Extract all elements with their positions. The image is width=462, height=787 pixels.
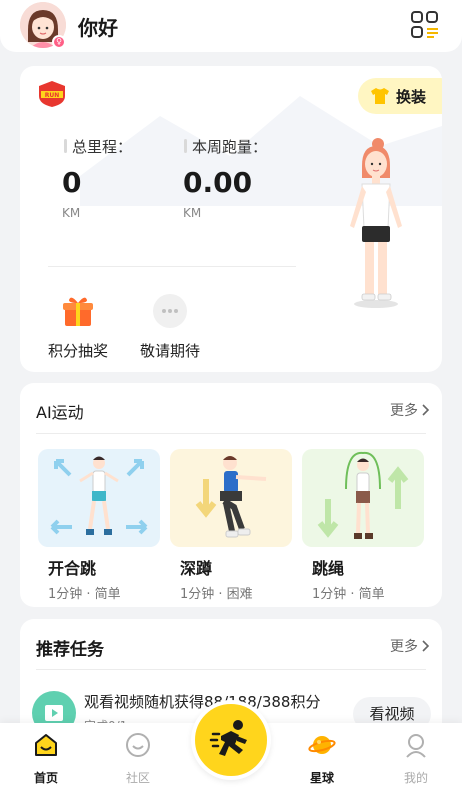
nav-community[interactable]: 社区 [108,731,168,786]
nav-planet-label: 星球 [309,771,334,785]
exercise-name: 深蹲 [180,559,213,578]
points-lottery-button[interactable]: 积分抽奖 [48,294,108,361]
gift-icon [63,297,93,326]
runner-character-avatar[interactable] [338,136,414,308]
exercise-jumping-jacks[interactable]: 开合跳 1分钟 · 简单 [38,449,160,602]
recommended-tasks-title: 推荐任务 [36,640,104,660]
jump-rope-image [302,449,424,547]
tshirt-icon [371,88,389,104]
nav-profile-label: 我的 [403,771,428,785]
nav-home-label: 首页 [33,771,58,785]
coming-soon-button[interactable]: 敬请期待 [140,294,200,361]
tasks-divider [36,669,426,670]
exercise-meta: 1分钟 · 简单 [48,587,121,602]
weekly-distance-value: 0.00 [183,166,253,199]
tasks-more-link[interactable]: 更多 [390,636,430,656]
jumping-jacks-image [38,449,160,547]
ai-sports-card: AI运动 更多 开合跳 1分钟 · 简单 深蹲 1分钟 · 困难 跳绳 1分钟 … [20,383,442,607]
run-badge-icon: RUN [39,81,65,107]
ai-sports-title: AI运动 [36,403,84,422]
running-man-icon [209,720,247,756]
exercise-meta: 1分钟 · 困难 [180,587,253,602]
exercise-meta: 1分钟 · 简单 [312,587,385,602]
weekly-distance-label: 本周跑量： [184,136,267,157]
top-header: ♀ 你好 [0,0,462,52]
nav-planet[interactable]: 星球 [292,731,352,786]
stats-divider [48,266,296,267]
task-title: 观看视频随机获得88/188/388积分 [84,693,321,711]
female-icon: ♀ [52,35,66,49]
profile-icon [406,734,426,758]
more-dots-icon [153,294,187,328]
home-icon [35,734,57,756]
apps-menu-icon[interactable] [410,10,440,40]
chevron-right-icon [422,640,430,652]
squat-image [170,449,292,547]
total-distance-label: 总里程： [64,136,132,157]
exercise-name: 开合跳 [48,559,97,578]
total-distance-value: 0 [62,166,82,199]
nav-community-label: 社区 [125,771,150,785]
exercise-name: 跳绳 [312,559,345,578]
exercise-jump-rope[interactable]: 跳绳 1分钟 · 简单 [302,449,424,602]
dressup-label: 换装 [396,87,427,106]
ai-sports-more-label: 更多 [390,403,418,419]
greeting-text: 你好 [78,16,118,40]
exercise-squat[interactable]: 深蹲 1分钟 · 困难 [170,449,292,602]
squat-illustration [195,456,267,538]
community-icon [126,733,150,757]
planet-icon [308,736,336,754]
ai-sports-divider [36,433,426,434]
start-run-button[interactable] [191,700,271,780]
points-lottery-label: 积分抽奖 [48,342,109,360]
total-distance-unit: KM [62,206,81,220]
coming-soon-label: 敬请期待 [140,342,201,360]
nav-home[interactable]: 首页 [16,731,76,786]
jumping-jacks-illustration [50,456,148,535]
chevron-right-icon [422,404,430,416]
tasks-more-label: 更多 [390,639,418,655]
weekly-distance-unit: KM [183,206,202,220]
dressup-button[interactable]: 换装 [358,78,442,114]
ai-sports-more-link[interactable]: 更多 [390,400,430,420]
run-badge-text: RUN [45,92,60,99]
nav-profile[interactable]: 我的 [386,731,446,786]
jump-rope-illustration [317,451,409,539]
run-profile-card: RUN 换装 总里程： 0 KM 本周跑量： 0.00 KM 积分抽奖 敬请期待 [20,66,442,372]
